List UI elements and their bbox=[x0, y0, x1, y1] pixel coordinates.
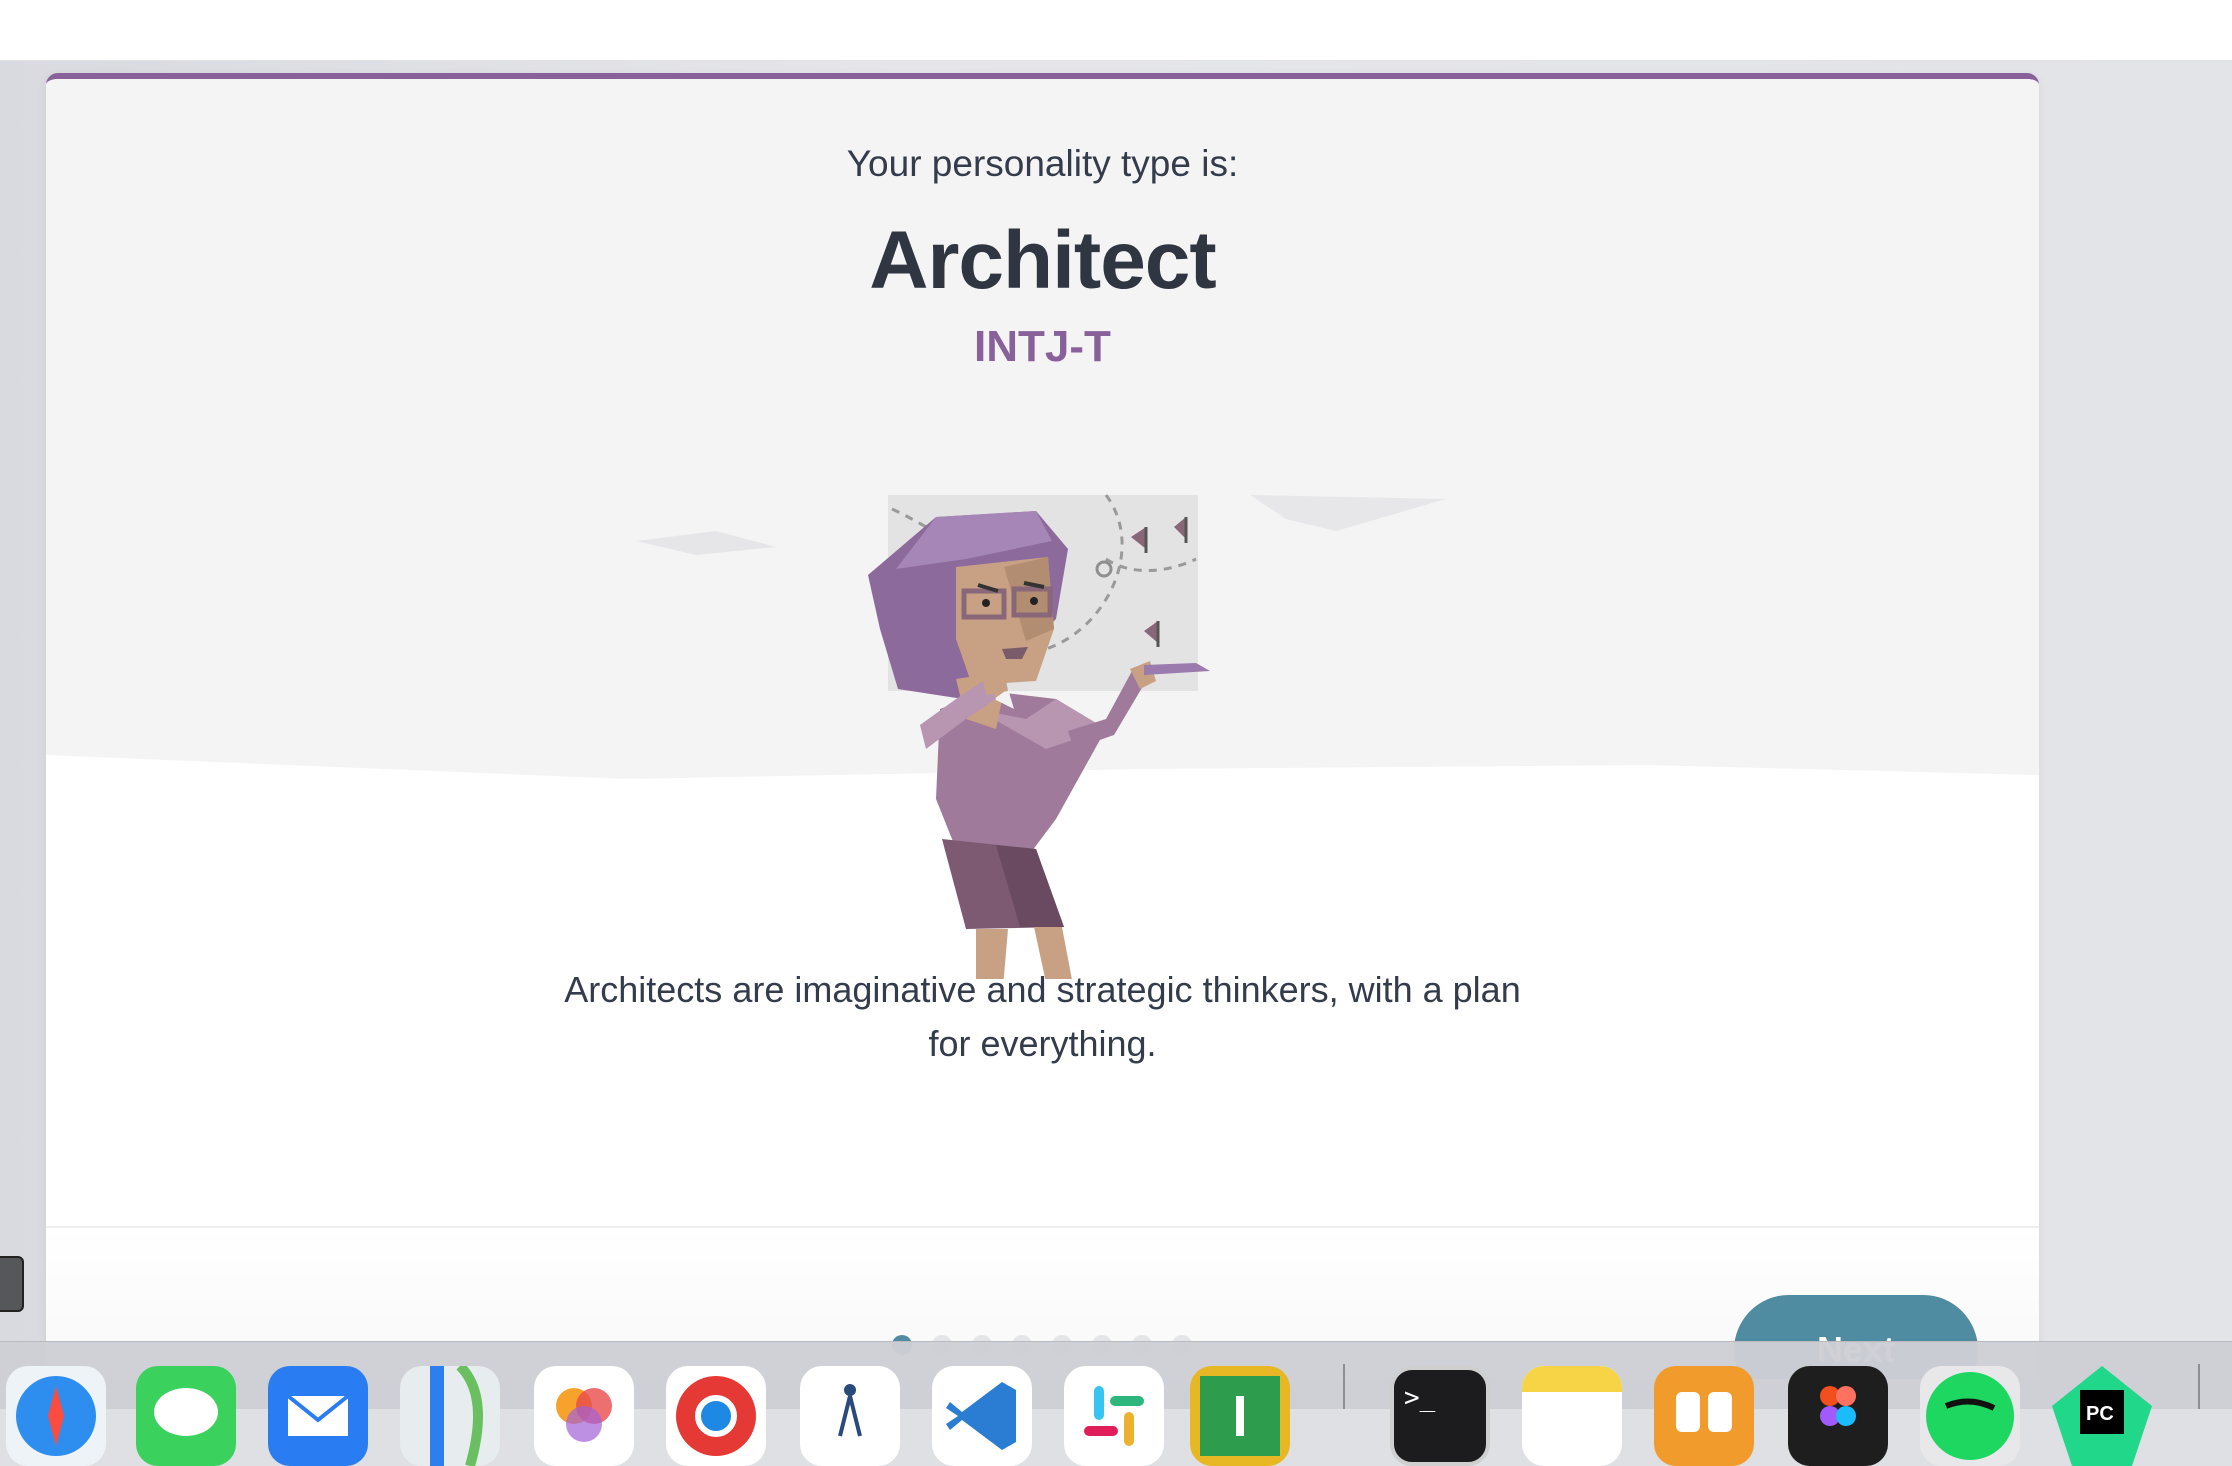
personality-type-title: Architect bbox=[869, 215, 1216, 306]
figma-icon[interactable] bbox=[1788, 1366, 1888, 1466]
window-edge-handle[interactable] bbox=[0, 1256, 24, 1312]
safari-icon[interactable] bbox=[6, 1366, 106, 1466]
mail-icon[interactable] bbox=[268, 1366, 368, 1466]
browser-top-bar bbox=[0, 0, 2232, 61]
description-line-2: for everything. bbox=[928, 1023, 1157, 1064]
messages-icon[interactable] bbox=[136, 1366, 236, 1466]
vscode-icon[interactable] bbox=[932, 1366, 1032, 1466]
numbers-icon[interactable] bbox=[1190, 1366, 1290, 1466]
pycharm-icon[interactable]: PC bbox=[2052, 1366, 2152, 1466]
chrome-icon[interactable] bbox=[666, 1366, 766, 1466]
architect-illustration bbox=[636, 494, 1446, 979]
personality-type-code: INTJ-T bbox=[974, 322, 1111, 371]
spotify-icon[interactable] bbox=[1920, 1366, 2020, 1466]
photos-icon[interactable] bbox=[534, 1366, 634, 1466]
instruments-icon[interactable] bbox=[800, 1366, 900, 1466]
personality-description: Architects are imaginative and strategic… bbox=[46, 963, 2039, 1071]
description-line-1: Architects are imaginative and strategic… bbox=[564, 969, 1521, 1010]
books-icon[interactable] bbox=[1654, 1366, 1754, 1466]
maps-icon[interactable] bbox=[400, 1366, 500, 1466]
macos-dock: >_ PC bbox=[0, 1341, 2232, 1466]
dock-separator bbox=[1343, 1364, 1345, 1409]
terminal-icon[interactable]: >_ bbox=[1390, 1366, 1490, 1466]
personality-result-modal: Your personality type is: Architect INTJ… bbox=[46, 73, 2039, 1379]
notes-icon[interactable] bbox=[1522, 1366, 1622, 1466]
dock-separator bbox=[2198, 1364, 2200, 1409]
slack-icon[interactable] bbox=[1064, 1366, 1164, 1466]
result-intro-text: Your personality type is: bbox=[846, 143, 1239, 184]
svg-text:>_: >_ bbox=[1404, 1383, 1436, 1413]
svg-text:PC: PC bbox=[2086, 1403, 2114, 1425]
